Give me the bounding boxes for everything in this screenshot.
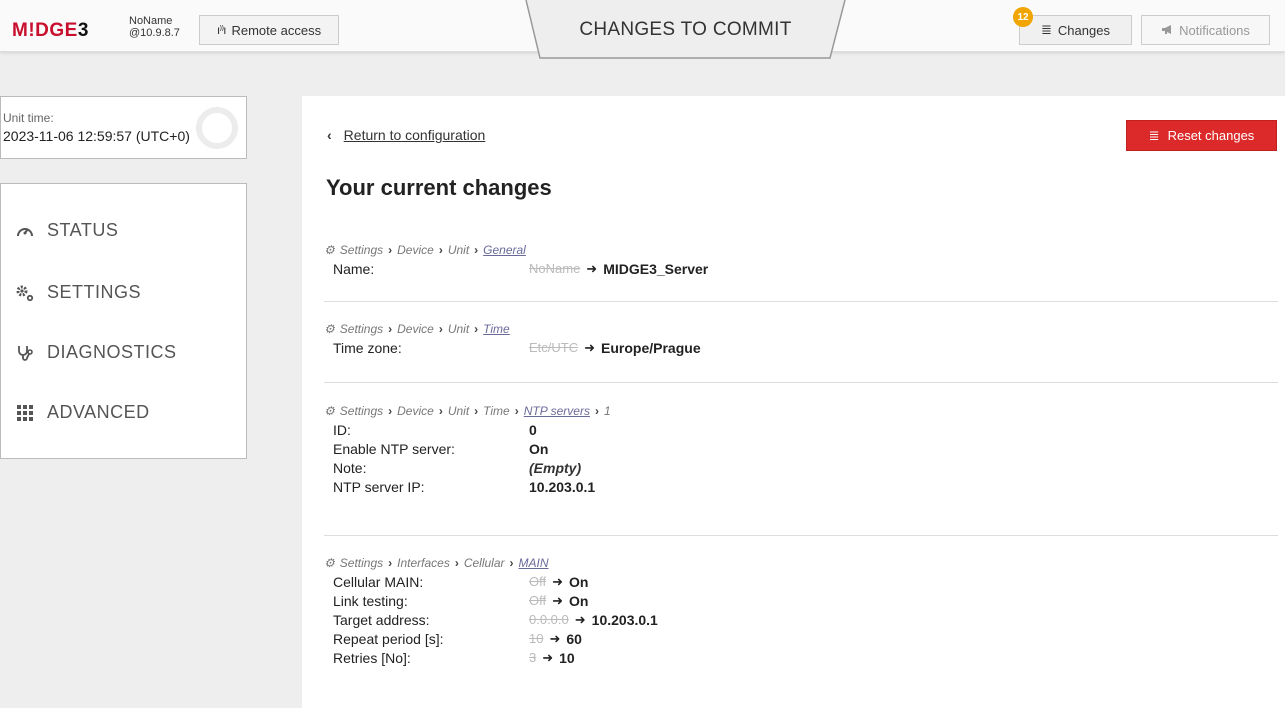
arrow-right-icon: ➜ <box>584 339 596 355</box>
chevron-left-icon: ‹ <box>327 127 332 143</box>
unit-identity: NoName @10.9.8.7 <box>129 15 180 39</box>
clock-ring-icon <box>196 107 238 149</box>
arrow-right-icon: ➜ <box>549 630 561 646</box>
change-row: Target address: 0.0.0.0 ➜ 10.203.0.1 <box>333 611 658 628</box>
change-group-ntp-servers: ⚙ Settings › Device › Unit › Time › NTP serv… <box>324 402 1278 536</box>
change-row: Name: NoName ➜ MIDGE3_Server <box>333 260 709 277</box>
main-content: ‹ Return to configuration ≣ Reset change… <box>302 96 1285 708</box>
change-row: Time zone: Etc/UTC ➜ Europe/Prague <box>333 339 701 356</box>
gears-icon <box>15 283 35 303</box>
nav-item-settings[interactable]: SETTINGS <box>15 282 141 303</box>
change-group-general: ⚙ Settings › Device › Unit › General Name: … <box>324 240 1278 302</box>
banner-title: CHANGES TO COMMIT <box>579 19 792 40</box>
arrow-right-icon: ➜ <box>552 592 564 608</box>
gauge-icon <box>15 221 35 241</box>
return-to-configuration-link[interactable]: ‹ Return to configuration <box>327 127 485 143</box>
page-title: Your current changes <box>326 175 552 200</box>
main-nav: STATUS SETTINGS DIAGNOSTICS ADVANCED <box>0 183 247 459</box>
breadcrumb: ⚙ Settings › Device › Unit › Time <box>324 322 510 336</box>
unit-ip: @10.9.8.7 <box>129 27 180 39</box>
nav-item-diagnostics[interactable]: DIAGNOSTICS <box>15 342 177 363</box>
change-row: Retries [No]: 3 ➜ 10 <box>333 649 575 666</box>
gears-icon: ⚙ <box>324 404 335 418</box>
change-group-cellular-main: ⚙ Settings › Interfaces › Cellular › MAIN C… <box>324 554 1278 704</box>
antenna-icon: ı⁾⁾ı <box>216 23 227 37</box>
unit-time-panel: Unit time: 2023-11-06 12:59:57 (UTC+0) <box>0 96 247 159</box>
gears-icon: ⚙ <box>324 556 335 570</box>
logo[interactable]: M!DGE3 <box>12 20 89 42</box>
unit-name: NoName <box>129 15 173 27</box>
grid-icon <box>15 403 35 423</box>
change-row: Note: (Empty) <box>333 459 582 476</box>
megaphone-icon <box>1161 23 1173 38</box>
breadcrumb-link-time[interactable]: Time <box>483 322 510 336</box>
change-row: NTP server IP: 10.203.0.1 <box>333 478 596 495</box>
breadcrumb-link-main[interactable]: MAIN <box>519 556 549 570</box>
arrow-right-icon: ➜ <box>542 649 554 665</box>
gears-icon: ⚙ <box>324 322 335 336</box>
list-icon: ≣ <box>1041 22 1052 37</box>
changes-banner: CHANGES TO COMMIT <box>523 0 848 60</box>
gears-icon: ⚙ <box>324 243 335 257</box>
breadcrumb: ⚙ Settings › Interfaces › Cellular › MAIN <box>324 556 549 570</box>
reset-changes-button[interactable]: ≣ Reset changes <box>1126 120 1277 151</box>
nav-item-advanced[interactable]: ADVANCED <box>15 402 150 423</box>
change-row: Repeat period [s]: 10 ➜ 60 <box>333 630 582 647</box>
arrow-right-icon: ➜ <box>574 611 586 627</box>
remote-access-button[interactable]: ı⁾⁾ı Remote access <box>199 15 339 45</box>
arrow-right-icon: ➜ <box>552 573 564 589</box>
change-row: Enable NTP server: On <box>333 440 549 457</box>
changes-button[interactable]: ≣ Changes <box>1019 15 1132 45</box>
list-reset-icon: ≣ <box>1148 127 1160 143</box>
breadcrumb-link-general[interactable]: General <box>483 243 526 257</box>
breadcrumb: ⚙ Settings › Device › Unit › General <box>324 243 526 257</box>
change-group-time: ⚙ Settings › Device › Unit › Time Time zone… <box>324 320 1278 383</box>
breadcrumb: ⚙ Settings › Device › Unit › Time › NTP serv… <box>324 404 611 418</box>
changes-count-badge: 12 <box>1013 7 1033 27</box>
change-row: Link testing: Off ➜ On <box>333 592 589 609</box>
breadcrumb-link-ntp-servers[interactable]: NTP servers <box>524 404 590 418</box>
nav-item-status[interactable]: STATUS <box>15 220 118 241</box>
notifications-button[interactable]: Notifications <box>1141 15 1270 45</box>
arrow-right-icon: ➜ <box>586 260 598 276</box>
change-row: ID: 0 <box>333 421 537 438</box>
stethoscope-icon <box>15 343 35 363</box>
change-row: Cellular MAIN: Off ➜ On <box>333 573 589 590</box>
